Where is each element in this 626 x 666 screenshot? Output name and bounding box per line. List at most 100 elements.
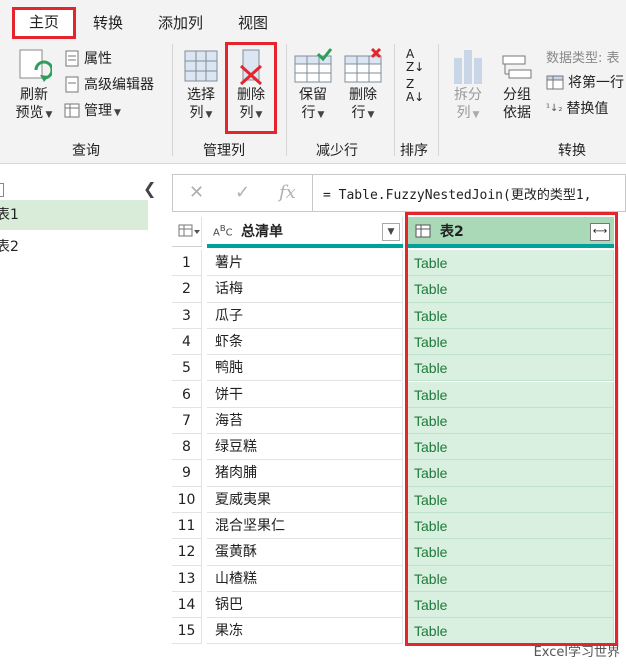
scrollbar[interactable] (618, 247, 626, 647)
filter-dropdown-icon[interactable]: ▼ (382, 223, 400, 241)
refresh-preview-button[interactable]: 刷新 预览 ▼ (12, 48, 56, 124)
ribbon-tabs: 主页 转换 添加列 视图 (0, 0, 626, 42)
row-number[interactable]: 15 (172, 618, 202, 645)
cancel-icon[interactable]: ✕ (189, 182, 204, 203)
cell-total-list[interactable]: 混合坚果仁 (207, 513, 403, 540)
properties-button[interactable]: 属性 (64, 50, 112, 68)
replace-values-icon: ¹↓₂ (546, 103, 563, 114)
formula-text[interactable]: = Table.FuzzyNestedJoin(更改的类型1, (323, 184, 592, 203)
tab-add-column[interactable]: 添加列 (158, 10, 203, 36)
row-number[interactable]: 2 (172, 276, 202, 303)
cell-total-list[interactable]: 夏威夷果 (207, 486, 403, 513)
formula-bar: ✕ ✓ fx = Table.FuzzyNestedJoin(更改的类型1, (172, 174, 626, 212)
query-label: 表2 (0, 239, 19, 255)
remove-rows-button[interactable]: 删除 行 ▼ (342, 48, 384, 124)
query-label: 表1 (0, 207, 19, 223)
properties-label: 属性 (84, 51, 112, 67)
row-number[interactable]: 14 (172, 591, 202, 619)
column-header-label: 总清单 (241, 224, 283, 240)
row-number[interactable]: 5 (172, 355, 202, 382)
cell-total-list[interactable]: 鸭肫 (207, 355, 403, 382)
cell-total-list[interactable]: 蛋黄酥 (207, 539, 403, 566)
ribbon-divider (438, 44, 439, 156)
ribbon-divider (172, 44, 173, 156)
cell-total-list[interactable]: 果冻 (207, 618, 403, 645)
tab-view[interactable]: 视图 (238, 10, 268, 36)
use-first-row-button[interactable]: 将第一行 (546, 74, 624, 92)
check-icon[interactable]: ✓ (235, 182, 250, 203)
refresh-label: 刷新 (20, 87, 48, 103)
choose-columns-button[interactable]: 选择 列 ▼ (180, 48, 222, 124)
data-grid: ABC 总清单 ▼ 表2 ⟷ 1 薯片 Table 2 话梅 Table 3 瓜子 Table 4… (172, 212, 626, 666)
row-number[interactable]: 13 (172, 565, 202, 592)
manage-button[interactable]: 管理 ▼ (64, 102, 121, 122)
cell-total-list[interactable]: 山楂糕 (207, 565, 403, 592)
tab-transform[interactable]: 转换 (93, 10, 123, 36)
cell-total-list[interactable]: 绿豆糕 (207, 434, 403, 461)
chevron-down-icon: ▼ (472, 110, 480, 120)
text-type-icon: ABC (213, 223, 233, 239)
split-column-button[interactable]: 拆分 列 ▼ (448, 48, 488, 124)
row-number[interactable]: 8 (172, 434, 202, 461)
chevron-down-icon: ▼ (45, 110, 53, 120)
sort-descending-icon[interactable]: Z A↓ (406, 78, 424, 104)
column-header-total-list[interactable]: ABC 总清单 ▼ (207, 217, 403, 248)
table-menu-button[interactable] (172, 217, 202, 247)
row-number[interactable]: 12 (172, 539, 202, 566)
manage-label: 管理 (84, 103, 112, 119)
row-number[interactable]: 3 (172, 302, 202, 329)
remove-columns-label-2: 列 (239, 105, 254, 121)
cell-total-list[interactable]: 话梅 (207, 276, 403, 303)
group-label-manage-columns: 管理列 (203, 143, 245, 159)
group-by-label-2: 依据 (503, 105, 531, 121)
chevron-down-icon: ▼ (114, 108, 121, 118)
cell-total-list[interactable]: 瓜子 (207, 302, 403, 329)
row-number[interactable]: 1 (172, 250, 202, 277)
remove-columns-button[interactable]: 删除 列 ▼ (230, 48, 272, 124)
row-number[interactable]: 6 (172, 381, 202, 408)
cell-total-list[interactable]: 猪肉脯 (207, 460, 403, 487)
cell-total-list[interactable]: 虾条 (207, 328, 403, 356)
row-number[interactable]: 11 (172, 513, 202, 540)
group-label-query: 查询 (72, 143, 100, 159)
watermark: Excel学习世界 (533, 645, 620, 660)
remove-rows-label: 删除 (349, 87, 377, 103)
formula-buttons: ✕ ✓ fx (173, 175, 313, 211)
preview-label: 预览 (15, 105, 44, 121)
cell-total-list[interactable]: 饼干 (207, 381, 403, 408)
keep-rows-label: 保留 (299, 87, 327, 103)
choose-columns-icon (184, 50, 218, 82)
query-item[interactable]: 表2 (0, 232, 148, 262)
row-number[interactable]: 9 (172, 460, 202, 487)
split-column-label-2: 列 (456, 105, 471, 121)
advanced-editor-button[interactable]: 高级编辑器 (64, 76, 154, 94)
group-by-button[interactable]: 分组 依据 (497, 48, 537, 122)
table-icon (64, 103, 80, 118)
keep-rows-button[interactable]: 保留 行 ▼ (292, 48, 334, 124)
group-by-icon (502, 55, 532, 79)
query-item[interactable]: 表1 (0, 200, 148, 230)
replace-values-button[interactable]: ¹↓₂ 替换值 (546, 100, 608, 118)
cell-total-list[interactable]: 薯片 (207, 250, 403, 277)
row-number[interactable]: 4 (172, 328, 202, 356)
keep-rows-label-2: 行 (301, 105, 316, 121)
row-number[interactable]: 7 (172, 407, 202, 435)
remove-rows-icon (344, 48, 382, 83)
advanced-editor-icon (65, 76, 79, 93)
group-label-sort: 排序 (400, 143, 428, 159)
table-icon (546, 75, 564, 90)
group-label-reduce-rows: 减少行 (316, 143, 358, 159)
sort-ascending-icon[interactable]: A Z↓ (406, 48, 424, 74)
keep-rows-icon (294, 48, 332, 83)
group-by-label: 分组 (503, 87, 531, 103)
collapse-pane-icon[interactable]: ❮ (143, 179, 156, 198)
fx-icon[interactable]: fx (279, 182, 296, 203)
cell-total-list[interactable]: 海苔 (207, 407, 403, 435)
tab-home[interactable]: 主页 (12, 7, 77, 39)
choose-columns-label: 选择 (187, 87, 215, 103)
cell-total-list[interactable]: 锅巴 (207, 591, 403, 619)
chevron-down-icon: ▼ (317, 110, 325, 120)
row-number[interactable]: 10 (172, 486, 202, 513)
data-type-dropdown[interactable]: 数据类型: 表 (546, 50, 620, 68)
table-icon (178, 224, 200, 237)
